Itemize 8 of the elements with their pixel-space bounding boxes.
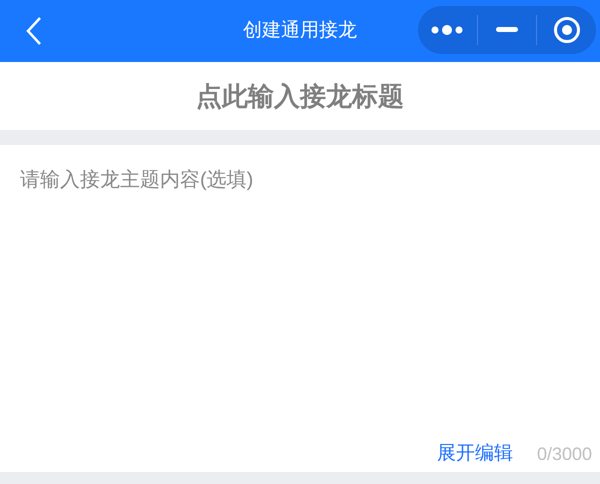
- close-icon[interactable]: [552, 16, 581, 44]
- character-count: 0/3000: [536, 443, 592, 466]
- page-title: 创建通用接龙: [243, 18, 357, 43]
- expand-edit-link[interactable]: 展开编辑: [436, 440, 513, 469]
- more-icon[interactable]: [429, 24, 466, 36]
- minimize-icon[interactable]: [496, 27, 518, 33]
- title-field[interactable]: 点此输入接龙标题: [0, 62, 600, 130]
- content-field[interactable]: 请输入接龙主题内容(选填): [0, 145, 600, 437]
